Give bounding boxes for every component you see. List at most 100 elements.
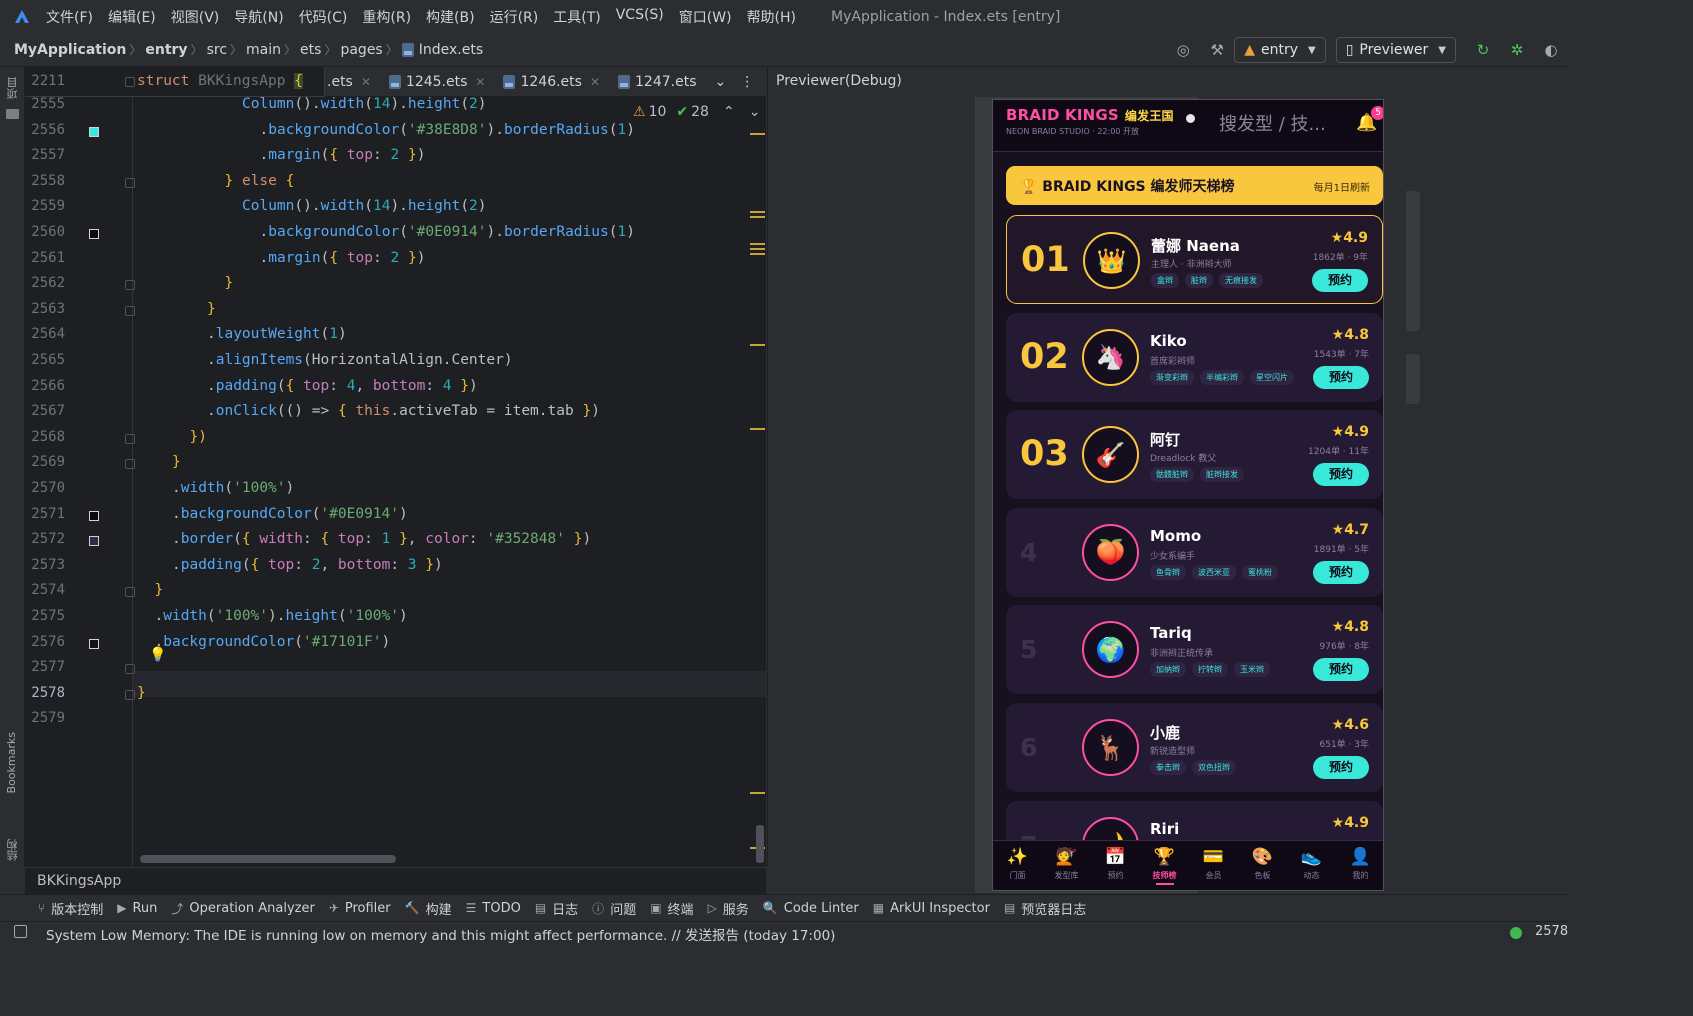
stylist-card[interactable]: 6 🦌 小鹿 新锐造型师 拳击辫 双色扭辫 ★4.6 651单 · 3年 预约 <box>1006 703 1383 792</box>
status-message[interactable]: System Low Memory: The IDE is running lo… <box>46 924 835 944</box>
menu-item-4[interactable]: 代码(C) <box>299 7 348 27</box>
tab-2[interactable]: 📅 预约 <box>1091 841 1140 890</box>
lightbulb-icon[interactable]: 💡 <box>149 647 166 663</box>
fold-marker[interactable] <box>125 305 135 316</box>
error-stripe-mark[interactable] <box>750 211 765 213</box>
breadcrumb-pages[interactable]: pages 〉 <box>340 41 401 58</box>
menu-item-7[interactable]: 运行(R) <box>490 7 539 27</box>
stylist-card[interactable]: 5 🌍 Tariq 非洲辫正统传承 加纳辫 拧转辫 玉米辫 ★4.8 976单 · 8年 预约 <box>1006 605 1383 695</box>
fold-marker[interactable] <box>125 280 135 291</box>
stylist-card[interactable]: 02 🦄 Kiko 首席彩辫师 渐变彩辫 半编彩辫 星空闪片 ★4.8 1543单 · 7年 预约 <box>1006 312 1383 402</box>
menu-item-10[interactable]: 窗口(W) <box>679 7 732 27</box>
menu-item-0[interactable]: 文件(F) <box>46 7 93 27</box>
stylist-avatar[interactable]: 🦄 <box>1082 328 1139 386</box>
debug-bug-icon[interactable]: ✲ <box>1507 40 1527 60</box>
sticky-scroll-header[interactable]: 2211 struct BKKingsApp { <box>25 67 325 97</box>
book-button[interactable]: 预约 <box>1313 365 1369 389</box>
struct-breadcrumb[interactable]: BKKingsApp <box>37 873 121 889</box>
app-screen[interactable]: BRAID KINGS 编发王国 NEON BRAID STUDIO · 22:0… <box>992 99 1384 891</box>
target-icon[interactable]: ◎ <box>1173 40 1193 60</box>
breadcrumb-ets[interactable]: ets 〉 <box>300 41 340 58</box>
book-button[interactable]: 预约 <box>1313 756 1369 779</box>
color-swatch-icon[interactable] <box>89 536 99 547</box>
breadcrumb-main[interactable]: main 〉 <box>246 41 300 58</box>
error-stripe-mark[interactable] <box>750 792 765 794</box>
stylist-card[interactable]: 03 🎸 阿钉 Dreadlock 教父 骷髅脏辫 脏辫接发 ★4.9 1204单 · 11年… <box>1006 410 1383 500</box>
color-swatch-icon[interactable] <box>89 638 99 649</box>
fold-marker[interactable] <box>125 77 135 87</box>
close-icon[interactable]: ✕ <box>475 75 485 89</box>
tool-window-5[interactable]: ☰ TODO <box>466 901 521 916</box>
stylist-avatar[interactable]: 🦌 <box>1082 719 1139 776</box>
more-vertical-icon[interactable]: ⋮ <box>740 74 754 90</box>
error-stripe-mark[interactable] <box>750 428 765 430</box>
error-stripe-mark[interactable] <box>750 253 765 255</box>
tool-window-9[interactable]: ▷ 服务 <box>708 899 749 918</box>
menu-item-5[interactable]: 重构(R) <box>362 7 411 27</box>
attach-debugger-icon[interactable]: ◐ <box>1541 40 1561 60</box>
rerun-icon[interactable]: ↻ <box>1473 40 1493 60</box>
fold-marker[interactable] <box>125 177 135 188</box>
menu-item-6[interactable]: 构建(B) <box>426 7 475 27</box>
tab-ets[interactable]: .ets ✕ <box>327 74 371 90</box>
tool-window-8[interactable]: ▣ 终端 <box>650 899 693 918</box>
error-stripe-mark[interactable] <box>750 216 765 218</box>
stylist-avatar[interactable]: 🌍 <box>1082 621 1139 679</box>
error-stripe-mark[interactable] <box>750 133 765 135</box>
error-stripe-mark[interactable] <box>750 344 765 346</box>
tab-7[interactable]: 👤 我的 <box>1336 841 1383 890</box>
close-icon[interactable]: ✕ <box>361 75 371 89</box>
color-swatch-icon[interactable] <box>89 126 99 137</box>
cursor-position[interactable]: 2578 <box>1535 924 1568 939</box>
horizontal-scrollbar[interactable] <box>140 855 396 863</box>
tab-0[interactable]: ✨ 门面 <box>993 841 1042 890</box>
stylist-card[interactable]: 01 👑 蕾娜 Naena 主理人 · 非洲辫大师 盒辫 脏辫 无痕接发 ★4.9 1862单 … <box>1006 215 1383 304</box>
tool-window-2[interactable]: ⤴ Operation Analyzer <box>171 900 314 917</box>
tool-window-12[interactable]: ▤ 预览器日志 <box>1004 899 1086 918</box>
tab-1[interactable]: 💇 发型库 <box>1042 841 1091 890</box>
tool-window-11[interactable]: ▦ ArkUI Inspector <box>873 901 990 916</box>
menu-item-9[interactable]: VCS(S) <box>616 7 664 27</box>
tab-4[interactable]: 💳 会员 <box>1189 841 1238 890</box>
error-stripe-mark[interactable] <box>750 248 765 250</box>
close-icon[interactable]: ✕ <box>590 75 600 89</box>
hammer-icon[interactable]: ⚒ <box>1207 40 1227 60</box>
error-stripe-mark[interactable] <box>750 243 765 245</box>
device-dropdown[interactable]: ▯ Previewer ▼ <box>1335 37 1456 63</box>
book-button[interactable]: 预约 <box>1312 269 1368 292</box>
fold-marker[interactable] <box>125 689 135 700</box>
tab-1246[interactable]: 1246.ets ✕ <box>503 74 600 90</box>
stylist-avatar[interactable]: 👑 <box>1083 232 1140 289</box>
tab-3[interactable]: 🏆 技师榜 <box>1140 841 1189 890</box>
breadcrumb-project[interactable]: MyApplication 〉 <box>14 41 145 58</box>
tool-window-1[interactable]: ▶ Run <box>117 901 157 916</box>
stylist-card[interactable]: 4 🍑 Momo 少女系编手 鱼骨辫 波西米亚 蜜桃粉 ★4.7 1891单 · 5年 预约 <box>1006 507 1383 597</box>
menu-item-2[interactable]: 视图(V) <box>171 7 220 27</box>
tool-window-10[interactable]: 🔍 Code Linter <box>763 901 859 916</box>
project-tool-button[interactable]: 项目 <box>5 77 21 99</box>
tool-window-4[interactable]: 🔨 构建 <box>405 899 452 918</box>
tab-1245[interactable]: 1245.ets ✕ <box>388 74 485 90</box>
bookmarks-tool-button[interactable]: Bookmarks <box>5 732 18 793</box>
tool-window-0[interactable]: ⑂ 版本控制 <box>38 899 103 918</box>
menu-item-3[interactable]: 导航(N) <box>234 7 283 27</box>
panel-toggle-icon[interactable] <box>14 925 27 938</box>
fold-marker[interactable] <box>125 459 135 470</box>
tool-window-7[interactable]: ⓘ 问题 <box>592 899 636 918</box>
chevron-up-icon[interactable]: ⌃ <box>723 104 735 120</box>
book-button[interactable]: 预约 <box>1313 463 1369 487</box>
inspection-widget[interactable]: ⚠ 10 ✔ 28 ⌃ ⌄ <box>633 104 760 120</box>
fold-marker[interactable] <box>125 433 135 444</box>
breadcrumb-module[interactable]: entry 〉 <box>145 41 206 58</box>
tab-list-chevron-icon[interactable]: ⌄ <box>715 74 727 90</box>
search-field[interactable]: 搜发型 / 技... <box>1219 110 1326 136</box>
fold-marker[interactable] <box>125 587 135 598</box>
menu-item-1[interactable]: 编辑(E) <box>108 7 156 27</box>
stylist-avatar[interactable]: 🎸 <box>1082 426 1139 484</box>
book-button[interactable]: 预约 <box>1313 658 1369 682</box>
code-editor[interactable]: 2555 2556 2557 2558 2559 2560 2561 2562 2563 2564… <box>25 67 766 867</box>
breadcrumb-file[interactable]: Index.ets <box>401 42 483 58</box>
menu-item-8[interactable]: 工具(T) <box>553 7 600 27</box>
structure-tool-button[interactable]: 结构 <box>5 839 21 861</box>
fold-marker[interactable] <box>125 664 135 675</box>
